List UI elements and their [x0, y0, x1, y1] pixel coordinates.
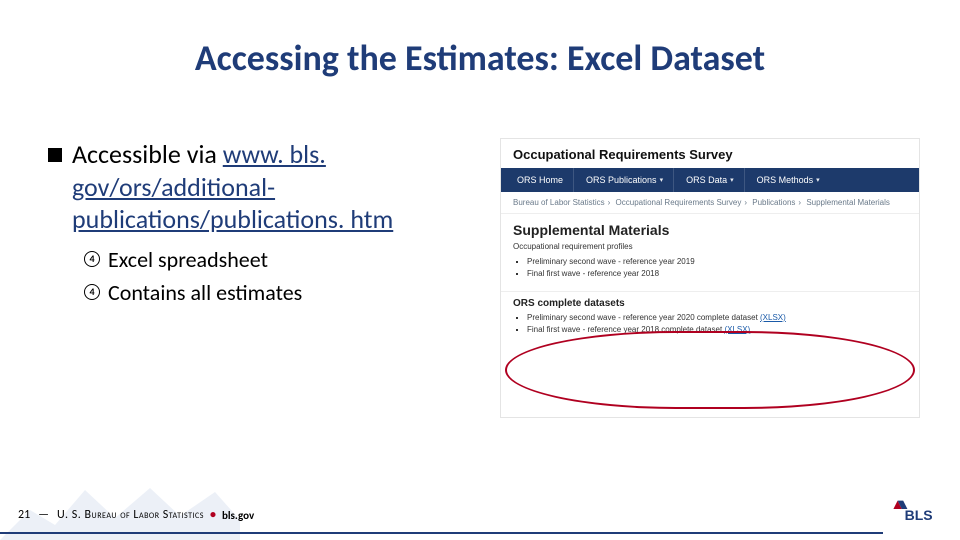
thumb-nav-item[interactable]: ORS Data ▾: [676, 168, 745, 192]
thumb-nav-label: ORS Publications: [586, 175, 657, 185]
bullet-level1: Accessible via www. bls. gov/ors/additio…: [48, 138, 478, 236]
thumb-nav-label: ORS Methods: [757, 175, 814, 185]
sub-bullet-text: Contains all estimates: [108, 279, 302, 306]
caret-down-icon: ▾: [660, 176, 664, 184]
footer-divider: [0, 532, 960, 534]
thumb-section-title: Occupational requirement profiles: [501, 240, 919, 255]
bls-logo-icon: BLS: [892, 492, 934, 526]
thumb-nav-label: ORS Home: [517, 175, 563, 185]
thumb-nav-item[interactable]: ORS Methods ▾: [747, 168, 830, 192]
decorative-mountain-icon: [0, 470, 240, 540]
crumb-item: Supplemental Materials: [806, 198, 890, 207]
thumb-list: Preliminary second wave - reference year…: [501, 255, 919, 287]
thumb-breadcrumb: Bureau of Labor Statistics› Occupational…: [501, 192, 919, 214]
page-number: 21: [18, 508, 30, 522]
footer-dot-icon: •: [210, 508, 216, 522]
footer-dash: —: [38, 508, 49, 522]
sub-bullet: 4 Excel spreadsheet: [84, 246, 478, 273]
thumb-list-item[interactable]: Preliminary second wave - reference year…: [527, 257, 907, 266]
sub-bullet: 4 Contains all estimates: [84, 279, 478, 306]
crumb-item[interactable]: Occupational Requirements Survey: [616, 198, 742, 207]
thumb-nav-item[interactable]: ORS Home: [507, 168, 574, 192]
bls-logo: BLS: [892, 492, 934, 526]
slide-title: Accessing the Estimates: Excel Dataset: [0, 36, 960, 80]
red-annotation-oval-icon: [505, 331, 915, 409]
thumb-heading: Supplemental Materials: [501, 214, 919, 240]
slide-footer: 21 — U. S. Bureau of Labor Statistics • …: [18, 508, 254, 522]
thumb-section-title: ORS complete datasets: [501, 291, 919, 311]
thumb-page-title: Occupational Requirements Survey: [501, 139, 919, 168]
circled-number-icon: 4: [84, 284, 100, 300]
bullet-lead-text: Accessible via: [72, 138, 223, 170]
footer-bureau-text: U. S. Bureau of Labor Statistics: [57, 508, 204, 522]
body-left-column: Accessible via www. bls. gov/ors/additio…: [48, 138, 478, 312]
footer-site: bls.gov: [222, 509, 254, 522]
thumb-nav-item[interactable]: ORS Publications ▾: [576, 168, 674, 192]
thumb-nav-label: ORS Data: [686, 175, 727, 185]
sub-bullet-list: 4 Excel spreadsheet 4 Contains all estim…: [84, 246, 478, 306]
square-bullet-icon: [48, 148, 62, 162]
bullet-text: Accessible via www. bls. gov/ors/additio…: [72, 138, 478, 236]
crumb-item[interactable]: Publications: [752, 198, 795, 207]
slide: Accessing the Estimates: Excel Dataset A…: [0, 0, 960, 540]
thumb-list-item[interactable]: Preliminary second wave - reference year…: [527, 313, 907, 322]
thumb-nav-bar: ORS Home ORS Publications ▾ ORS Data ▾ O…: [501, 168, 919, 192]
crumb-item[interactable]: Bureau of Labor Statistics: [513, 198, 605, 207]
thumb-item-text: Preliminary second wave - reference year…: [527, 313, 760, 322]
logo-text: BLS: [905, 507, 933, 523]
thumb-list-item[interactable]: Final first wave - reference year 2018: [527, 269, 907, 278]
circled-number-icon: 4: [84, 251, 100, 267]
xlsx-link[interactable]: (XLSX): [760, 313, 786, 322]
caret-down-icon: ▾: [730, 176, 734, 184]
webpage-thumbnail: Occupational Requirements Survey ORS Hom…: [500, 138, 920, 418]
sub-bullet-text: Excel spreadsheet: [108, 246, 268, 273]
caret-down-icon: ▾: [816, 176, 820, 184]
